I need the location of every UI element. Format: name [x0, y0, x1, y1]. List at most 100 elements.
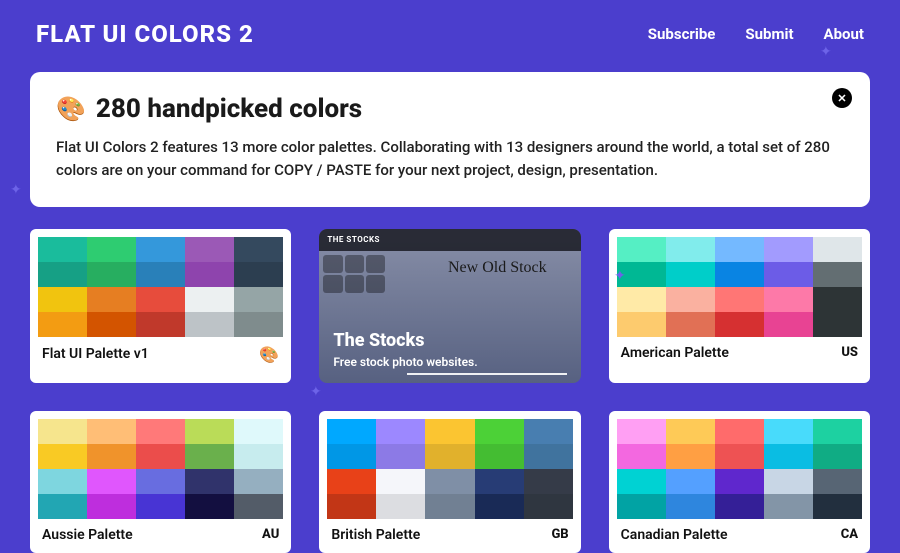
color-swatch[interactable]: [185, 312, 234, 337]
color-swatch[interactable]: [764, 419, 813, 444]
color-swatch[interactable]: [87, 494, 136, 519]
color-swatch[interactable]: [38, 494, 87, 519]
color-swatch[interactable]: [617, 444, 666, 469]
color-swatch[interactable]: [136, 419, 185, 444]
color-swatch[interactable]: [617, 237, 666, 262]
color-swatch[interactable]: [185, 262, 234, 287]
color-swatch[interactable]: [524, 419, 573, 444]
color-swatch[interactable]: [666, 444, 715, 469]
color-swatch[interactable]: [475, 469, 524, 494]
color-swatch[interactable]: [715, 312, 764, 337]
color-swatch[interactable]: [38, 237, 87, 262]
color-swatch[interactable]: [234, 494, 283, 519]
color-swatch[interactable]: [475, 444, 524, 469]
color-swatch[interactable]: [87, 444, 136, 469]
color-swatch[interactable]: [764, 237, 813, 262]
color-swatch[interactable]: [425, 494, 474, 519]
color-swatch[interactable]: [666, 312, 715, 337]
color-swatch[interactable]: [185, 494, 234, 519]
color-swatch[interactable]: [376, 469, 425, 494]
color-swatch[interactable]: [425, 469, 474, 494]
color-swatch[interactable]: [136, 262, 185, 287]
color-swatch[interactable]: [715, 287, 764, 312]
feature-card[interactable]: THE STOCKS New Old Stock The Stocks Free…: [319, 229, 580, 383]
color-swatch[interactable]: [87, 237, 136, 262]
site-logo[interactable]: FLAT UI COLORS 2: [36, 20, 254, 48]
nav-about[interactable]: About: [824, 25, 864, 43]
color-swatch[interactable]: [666, 494, 715, 519]
palette-card[interactable]: American Palette US: [609, 229, 870, 383]
color-swatch[interactable]: [715, 494, 764, 519]
color-swatch[interactable]: [666, 469, 715, 494]
color-swatch[interactable]: [185, 287, 234, 312]
color-swatch[interactable]: [327, 494, 376, 519]
color-swatch[interactable]: [38, 287, 87, 312]
color-swatch[interactable]: [524, 494, 573, 519]
color-swatch[interactable]: [813, 444, 862, 469]
color-swatch[interactable]: [666, 262, 715, 287]
color-swatch[interactable]: [715, 469, 764, 494]
color-swatch[interactable]: [327, 469, 376, 494]
color-swatch[interactable]: [87, 287, 136, 312]
color-swatch[interactable]: [234, 419, 283, 444]
color-swatch[interactable]: [715, 444, 764, 469]
color-swatch[interactable]: [813, 262, 862, 287]
color-swatch[interactable]: [764, 444, 813, 469]
color-swatch[interactable]: [234, 312, 283, 337]
color-swatch[interactable]: [185, 444, 234, 469]
color-swatch[interactable]: [715, 262, 764, 287]
color-swatch[interactable]: [617, 312, 666, 337]
color-swatch[interactable]: [813, 494, 862, 519]
color-swatch[interactable]: [715, 237, 764, 262]
color-swatch[interactable]: [38, 469, 87, 494]
color-swatch[interactable]: [234, 287, 283, 312]
color-swatch[interactable]: [764, 494, 813, 519]
palette-card[interactable]: Flat UI Palette v1 🎨: [30, 229, 291, 383]
color-swatch[interactable]: [136, 237, 185, 262]
color-swatch[interactable]: [327, 419, 376, 444]
color-swatch[interactable]: [136, 469, 185, 494]
color-swatch[interactable]: [813, 312, 862, 337]
palette-card[interactable]: Canadian Palette CA: [609, 411, 870, 553]
nav-subscribe[interactable]: Subscribe: [648, 25, 716, 43]
color-swatch[interactable]: [185, 419, 234, 444]
color-swatch[interactable]: [425, 444, 474, 469]
color-swatch[interactable]: [87, 469, 136, 494]
color-swatch[interactable]: [327, 444, 376, 469]
color-swatch[interactable]: [764, 469, 813, 494]
color-swatch[interactable]: [87, 419, 136, 444]
color-swatch[interactable]: [666, 287, 715, 312]
color-swatch[interactable]: [185, 469, 234, 494]
color-swatch[interactable]: [617, 469, 666, 494]
color-swatch[interactable]: [38, 312, 87, 337]
color-swatch[interactable]: [376, 419, 425, 444]
color-swatch[interactable]: [136, 287, 185, 312]
color-swatch[interactable]: [715, 419, 764, 444]
color-swatch[interactable]: [234, 237, 283, 262]
color-swatch[interactable]: [87, 312, 136, 337]
color-swatch[interactable]: [38, 419, 87, 444]
color-swatch[interactable]: [234, 444, 283, 469]
color-swatch[interactable]: [376, 494, 425, 519]
color-swatch[interactable]: [813, 287, 862, 312]
color-swatch[interactable]: [524, 469, 573, 494]
color-swatch[interactable]: [475, 419, 524, 444]
color-swatch[interactable]: [813, 469, 862, 494]
color-swatch[interactable]: [764, 312, 813, 337]
color-swatch[interactable]: [136, 444, 185, 469]
color-swatch[interactable]: [376, 444, 425, 469]
color-swatch[interactable]: [87, 262, 136, 287]
palette-card[interactable]: Aussie Palette AU: [30, 411, 291, 553]
color-swatch[interactable]: [524, 444, 573, 469]
nav-submit[interactable]: Submit: [745, 25, 793, 43]
color-swatch[interactable]: [666, 237, 715, 262]
color-swatch[interactable]: [764, 287, 813, 312]
color-swatch[interactable]: [617, 287, 666, 312]
color-swatch[interactable]: [813, 419, 862, 444]
color-swatch[interactable]: [234, 469, 283, 494]
color-swatch[interactable]: [813, 237, 862, 262]
color-swatch[interactable]: [617, 494, 666, 519]
color-swatch[interactable]: [666, 419, 715, 444]
color-swatch[interactable]: [185, 237, 234, 262]
color-swatch[interactable]: [234, 262, 283, 287]
